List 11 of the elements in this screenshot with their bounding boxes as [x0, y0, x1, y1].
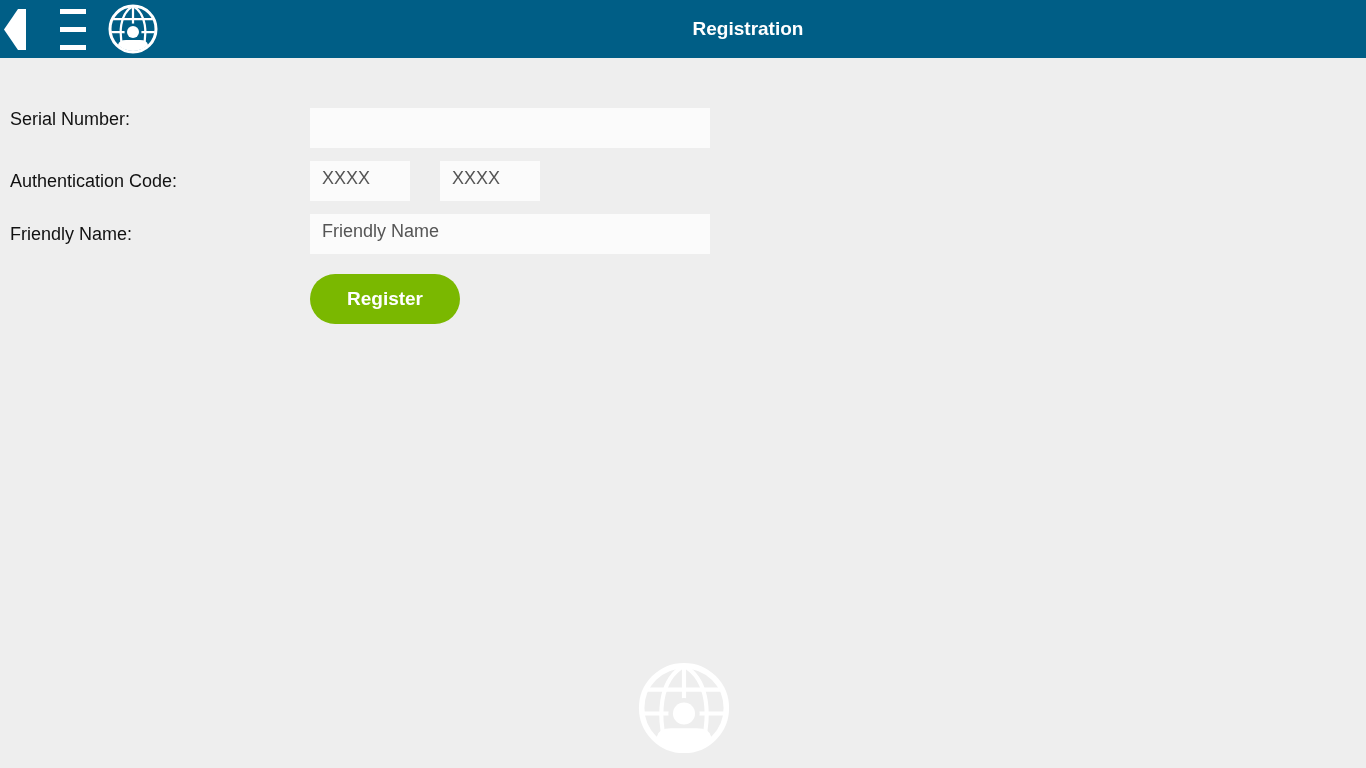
input-field[interactable]: Friendly Name: [310, 214, 710, 254]
register-button[interactable]: Register: [310, 274, 460, 324]
page-title: Registration: [692, 18, 804, 40]
field-label: Authentication Code:: [10, 170, 178, 192]
input-field[interactable]: XXXX: [440, 161, 540, 201]
field-label: Serial Number:: [10, 109, 131, 130]
back-icon[interactable]: [4, 8, 26, 50]
field-label: Friendly Name:: [10, 223, 133, 245]
globe-user-icon[interactable]: [108, 4, 158, 54]
input-field[interactable]: XXXX: [310, 161, 410, 201]
menu-icon[interactable]: [60, 8, 86, 50]
